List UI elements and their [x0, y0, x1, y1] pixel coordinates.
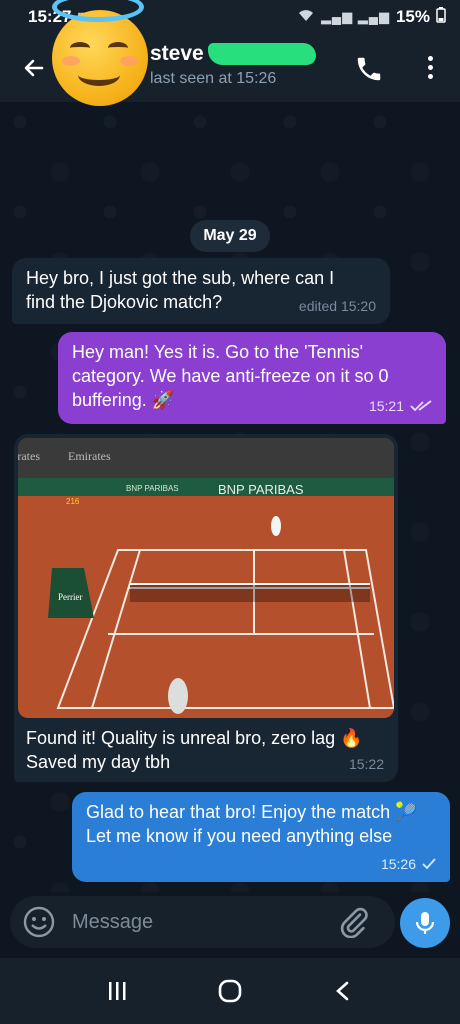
back-button[interactable] — [14, 48, 54, 88]
message-composer — [10, 896, 395, 948]
contact-name: steve — [150, 42, 204, 65]
message-meta: 15:22 — [349, 752, 384, 776]
message-bubble-outgoing[interactable]: Glad to hear that bro! Enjoy the match 🎾… — [72, 792, 450, 882]
message-edited-time: edited 15:20 — [298, 298, 376, 314]
scoreboard-text: 216 — [66, 497, 80, 506]
message-time: 15:21 — [368, 398, 404, 414]
home-icon — [218, 979, 242, 1003]
microphone-icon — [415, 912, 435, 934]
last-seen-status: last seen at 15:26 — [150, 70, 277, 87]
contact-info[interactable]: steve last seen at 15:26 — [150, 42, 316, 88]
chat-area[interactable]: May 29 Hey bro, I just got the sub, wher… — [0, 102, 460, 892]
photo-caption: Found it! Quality is unreal bro, zero la… — [26, 728, 363, 772]
home-button[interactable] — [210, 971, 250, 1011]
check-icon — [422, 858, 436, 870]
status-icons: ▂▄▆ ▂▄▆ 15% — [297, 6, 446, 28]
message-time: 15:22 — [348, 756, 384, 772]
photo-message-bubble[interactable]: irates Emirates BNP PARIBAS BNP PARIBAS … — [14, 434, 398, 782]
sponsor-banner-text: BNP PARIBAS — [218, 482, 304, 497]
emoji-button[interactable] — [22, 905, 56, 939]
more-options-button[interactable] — [418, 52, 442, 86]
emoji-icon — [23, 906, 55, 938]
wifi-icon — [297, 7, 315, 27]
back-nav-button[interactable] — [323, 971, 363, 1011]
more-vert-icon — [418, 56, 442, 79]
call-button[interactable] — [354, 54, 384, 84]
message-meta: 15:26 — [381, 852, 436, 876]
contact-avatar[interactable] — [52, 10, 148, 106]
back-nav-icon — [336, 981, 349, 1001]
recents-icon — [108, 982, 126, 1000]
system-nav-bar — [0, 958, 460, 1024]
paperclip-icon — [340, 907, 368, 939]
tennis-match-photo[interactable]: irates Emirates BNP PARIBAS BNP PARIBAS … — [18, 438, 394, 718]
message-time: 15:26 — [380, 856, 416, 872]
signal-icon: ▂▄▆ ▂▄▆ — [320, 9, 390, 24]
redaction-mark — [207, 43, 316, 65]
message-meta: edited 15:20 — [299, 294, 376, 318]
stadium-banner-text: Emirates — [68, 449, 111, 463]
battery-icon — [436, 6, 446, 28]
date-divider: May 29 — [190, 220, 270, 252]
voice-record-button[interactable] — [400, 898, 450, 948]
sponsor-banner-text: BNP PARIBAS — [126, 484, 179, 493]
message-bubble-outgoing[interactable]: Hey man! Yes it is. Go to the 'Tennis' c… — [58, 332, 446, 424]
message-input[interactable] — [72, 910, 322, 934]
recents-button[interactable] — [97, 971, 137, 1011]
message-bubble-incoming[interactable]: Hey bro, I just got the sub, where can I… — [12, 258, 390, 324]
battery-level: 15% — [395, 7, 430, 26]
court-sign-text: Perrier — [58, 592, 83, 602]
double-check-icon — [410, 400, 432, 412]
message-text: Glad to hear that bro! Enjoy the match 🎾… — [86, 802, 418, 846]
message-meta: 15:21 — [369, 394, 432, 418]
phone-icon — [357, 57, 381, 81]
back-arrow-icon — [24, 59, 44, 77]
attach-button[interactable] — [338, 906, 370, 939]
stadium-banner-text: irates — [18, 449, 40, 463]
